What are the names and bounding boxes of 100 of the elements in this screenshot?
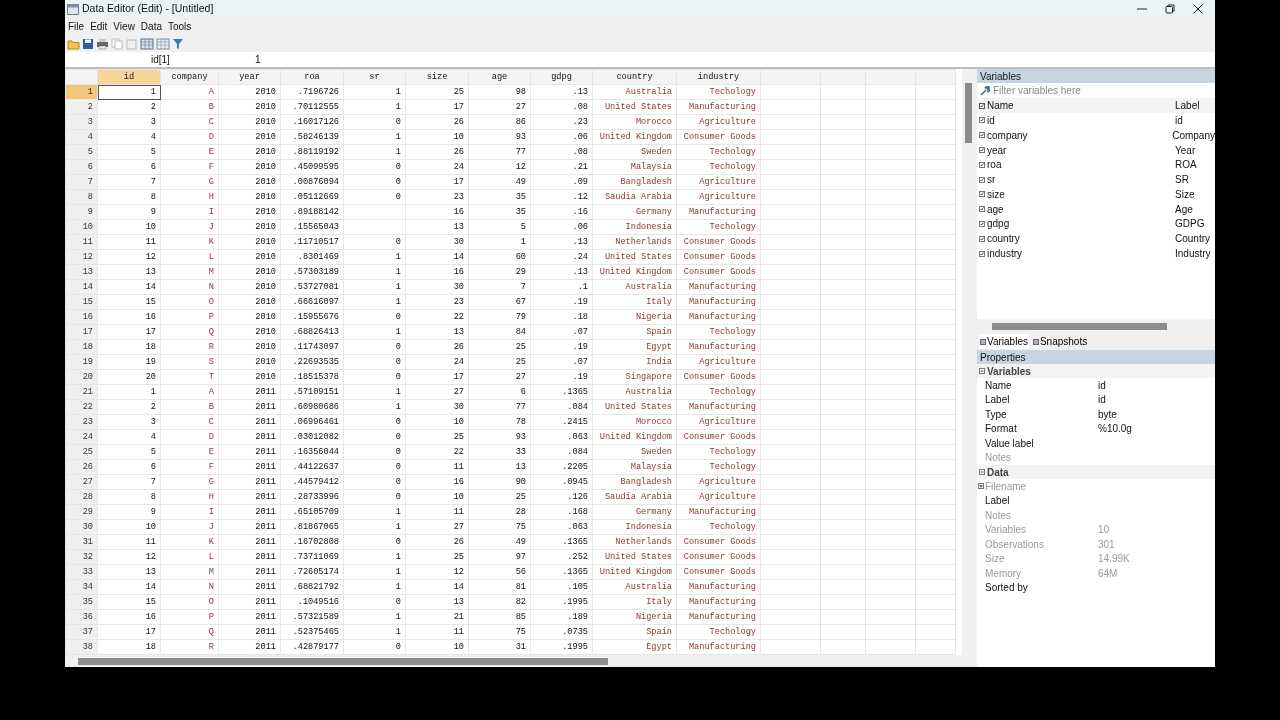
table-cell[interactable]: 78 (468, 414, 531, 430)
folder-icon[interactable] (67, 37, 80, 50)
table-cell[interactable]: 26 (405, 114, 469, 130)
table-cell[interactable]: .21 (530, 159, 593, 175)
table-cell[interactable]: Consumer Goods (676, 234, 761, 250)
table-cell[interactable]: Malaysia (592, 459, 677, 475)
variable-label[interactable]: SR (1175, 172, 1189, 188)
table-cell[interactable]: B (160, 399, 219, 415)
table-cell[interactable]: 24 (405, 159, 469, 175)
table-cell[interactable]: Techology (676, 219, 761, 235)
table-cell[interactable]: Egypt (592, 639, 677, 655)
table-cell[interactable]: 98 (468, 84, 531, 100)
table-cell[interactable]: Netherlands (592, 234, 677, 250)
table-cell[interactable]: Australia (592, 384, 677, 400)
table-cell[interactable]: .89188142 (280, 204, 344, 220)
table-cell[interactable]: P (160, 309, 219, 325)
table-cell[interactable]: .06996461 (280, 414, 344, 430)
table-cell[interactable]: 2010 (218, 129, 281, 145)
table-cell[interactable]: .15565043 (280, 219, 344, 235)
table-cell[interactable]: .063 (530, 429, 593, 445)
menu-item[interactable]: Tools (168, 19, 192, 34)
table-cell[interactable]: 2010 (218, 309, 281, 325)
table-cell[interactable]: .252 (530, 549, 593, 565)
table-cell[interactable]: 2011 (218, 399, 281, 415)
table-cell[interactable]: United Kingdom (592, 264, 677, 280)
table-cell[interactable]: .16017126 (280, 114, 344, 130)
table-cell[interactable]: 0 (343, 459, 406, 475)
vertical-scrollbar[interactable] (962, 69, 975, 655)
table-cell[interactable]: 35 (468, 204, 531, 220)
table-cell[interactable]: 18 (97, 639, 161, 655)
table-cell[interactable]: Spain (592, 624, 677, 640)
table-cell[interactable]: Nigeria (592, 309, 677, 325)
table-cell[interactable]: Saudia Arabia (592, 489, 677, 505)
table-cell[interactable]: 9 (97, 204, 161, 220)
variable-label[interactable]: Year (1175, 142, 1196, 158)
table-cell[interactable]: .1049516 (280, 594, 344, 610)
table-cell[interactable]: Agriculture (676, 114, 761, 130)
table-cell[interactable]: .66616097 (280, 294, 344, 310)
table-cell[interactable]: 2 (97, 399, 161, 415)
table-cell[interactable]: N (160, 279, 219, 295)
column-header[interactable]: age (468, 69, 531, 85)
table-cell[interactable]: N (160, 579, 219, 595)
cell-value-field[interactable]: 1 (255, 52, 261, 67)
horizontal-scrollbar[interactable] (78, 658, 608, 665)
table-cell[interactable]: 2010 (218, 219, 281, 235)
table-cell[interactable]: 1 (343, 144, 406, 160)
table-cell[interactable]: 13 (97, 564, 161, 580)
table-cell[interactable]: 1 (97, 84, 161, 100)
table-cell[interactable]: 79 (468, 309, 531, 325)
table-cell[interactable]: Australia (592, 84, 677, 100)
column-header[interactable]: company (160, 69, 219, 85)
table-cell[interactable]: H (160, 489, 219, 505)
table-cell[interactable]: 2 (97, 99, 161, 115)
checkbox-icon[interactable] (979, 191, 985, 198)
table-cell[interactable]: 25 (405, 429, 469, 445)
table-cell[interactable]: H (160, 189, 219, 205)
table-cell[interactable]: United States (592, 399, 677, 415)
column-header[interactable]: roa (280, 69, 344, 85)
table-cell[interactable]: 25 (405, 84, 469, 100)
table-cell[interactable]: 16 (97, 309, 161, 325)
table-cell[interactable]: India (592, 354, 677, 370)
table-cell[interactable]: 0 (343, 189, 406, 205)
table-cell[interactable]: .06 (530, 219, 593, 235)
table-cell[interactable]: 27 (405, 384, 469, 400)
variable-name[interactable]: gdpg (987, 216, 1010, 232)
table-cell[interactable]: 15 (97, 594, 161, 610)
panel-tab[interactable]: Variables (979, 334, 1029, 349)
table-cell[interactable]: .22693535 (280, 354, 344, 370)
table-cell[interactable]: 2010 (218, 159, 281, 175)
column-header[interactable]: size (405, 69, 469, 85)
table-cell[interactable]: 1 (343, 564, 406, 580)
table-cell[interactable]: Germany (592, 204, 677, 220)
table-cell[interactable]: 27 (468, 369, 531, 385)
table-cell[interactable]: .09 (530, 174, 593, 190)
table-cell[interactable]: 14 (97, 279, 161, 295)
table-cell[interactable]: United States (592, 549, 677, 565)
panel-tab[interactable]: Snapshots (1031, 334, 1089, 349)
table-cell[interactable]: 1 (343, 129, 406, 145)
property-value[interactable]: %10.0g (1098, 421, 1132, 437)
property-value[interactable]: id (1098, 377, 1106, 393)
table-cell[interactable]: 4 (97, 129, 161, 145)
table-cell[interactable]: 16 (405, 204, 469, 220)
column-header[interactable]: industry (676, 69, 761, 85)
property-value[interactable]: byte (1098, 406, 1117, 422)
table-cell[interactable]: 2010 (218, 204, 281, 220)
table-cell[interactable]: Techology (676, 324, 761, 340)
table-cell[interactable]: .60980686 (280, 399, 344, 415)
table-cell[interactable]: L (160, 249, 219, 265)
variable-label[interactable]: Company (1172, 127, 1215, 143)
table-cell[interactable]: .24 (530, 249, 593, 265)
table-cell[interactable]: 0 (343, 594, 406, 610)
table-cell[interactable]: 1 (343, 294, 406, 310)
property-value[interactable]: id (1098, 392, 1106, 408)
table-cell[interactable]: United Kingdom (592, 564, 677, 580)
table-cell[interactable]: .52375465 (280, 624, 344, 640)
table-cell[interactable]: 22 (405, 444, 469, 460)
table-cell[interactable]: 75 (468, 519, 531, 535)
table-cell[interactable]: .57109151 (280, 384, 344, 400)
table-cell[interactable]: .16356044 (280, 444, 344, 460)
table-cell[interactable]: 12 (468, 159, 531, 175)
